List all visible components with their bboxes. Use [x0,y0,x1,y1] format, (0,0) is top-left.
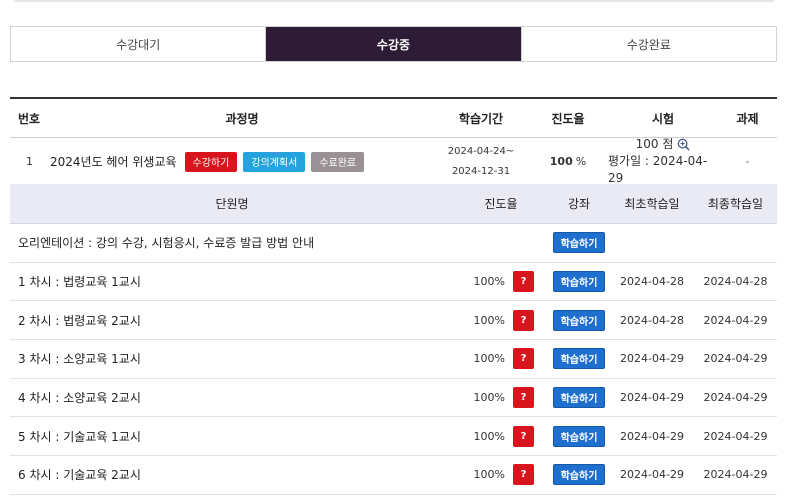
completion-button[interactable]: 수료완료 [311,151,365,172]
unit-name: 1 차시 : 법령교육 1교시 [18,275,141,290]
unit-table-header: 단원명 진도율 강좌 최초학습일 최종학습일 [10,184,777,224]
course-progress: 100% [528,138,608,185]
study-button[interactable]: 학습하기 [552,464,606,486]
first-study-date: 2024-04-29 [620,352,684,366]
unit-row: 3 차시 : 소양교육 1교시 100%? 학습하기 2024-04-29 20… [10,340,777,379]
first-study-date: 2024-04-29 [620,429,684,443]
header-period: 학습기간 [458,111,504,126]
unit-row: 5 차시 : 기술교육 1교시 100%? 학습하기 2024-04-29 20… [10,417,777,457]
exam-cell: 100 점 평가일 : 2024-04-29 [608,137,718,185]
course-title: 2024년도 헤어 위생교육 [50,155,177,169]
last-study-date: 2024-04-29 [703,429,768,443]
unit-progress: 100%? [454,301,548,339]
unit-progress [454,224,548,262]
enrollment-status-tabs: 수강대기 수강중 수강완료 [10,26,777,62]
header-task: 과제 [736,111,759,126]
unit-table: 단원명 진도율 강좌 최초학습일 최종학습일 오리엔테이션 : 강의 수강, 시… [10,184,777,495]
progress-value: 100 [549,155,573,168]
unit-row: 1 차시 : 법령교육 1교시 100%? 학습하기 2024-04-28 20… [10,263,777,302]
first-study-date: 2024-04-28 [620,313,684,327]
header-no: 번호 [18,111,41,126]
enroll-button[interactable]: 수강하기 [184,151,238,172]
unit-name: 오리엔테이션 : 강의 수강, 시험응시, 수료증 발급 방법 안내 [18,236,315,251]
header-first-study-date: 최초학습일 [624,197,680,211]
unit-name: 5 차시 : 기술교육 1교시 [18,429,141,444]
course-table: 번호 과정명 학습기간 진도율 시험 과제 1 2024년도 헤어 위생교육 수… [10,97,777,186]
unit-name: 3 차시 : 소양교육 1교시 [18,352,141,367]
unit-name: 6 차시 : 기술교육 2교시 [18,468,141,483]
quiz-question-icon[interactable]: ? [513,271,534,293]
first-study-date [610,224,694,262]
header-lecture: 강좌 [567,197,591,211]
progress-unit: % [575,155,587,168]
first-study-date: 2024-04-29 [620,468,684,482]
header-course-name: 과정명 [225,111,259,126]
quiz-question-icon[interactable]: ? [513,387,534,409]
unit-progress: 100%? [454,417,548,455]
quiz-question-icon[interactable]: ? [513,425,534,447]
quiz-question-icon[interactable]: ? [513,464,534,486]
header-unit-name: 단원명 [215,197,249,211]
period-end: 2024-12-31 [451,165,511,177]
unit-row: 2 차시 : 법령교육 2교시 100%? 학습하기 2024-04-28 20… [10,301,777,341]
task-value: - [745,155,750,168]
unit-progress: 100%? [454,263,548,301]
unit-progress: 100%? [454,456,548,494]
exam-date: 평가일 : 2024-04-29 [608,154,708,185]
study-button[interactable]: 학습하기 [552,309,606,331]
last-study-date: 2024-04-29 [703,391,768,405]
unit-row: 4 차시 : 소양교육 2교시 100%? 학습하기 2024-04-29 20… [10,379,777,418]
last-study-date [694,224,777,262]
first-study-date: 2024-04-28 [620,275,684,289]
tab-in-progress[interactable]: 수강중 [265,27,521,61]
magnifier-plus-icon[interactable] [677,138,690,151]
tab-completed[interactable]: 수강완료 [520,27,776,61]
study-button[interactable]: 학습하기 [552,271,606,293]
exam-score: 100 점 [635,137,674,151]
unit-progress: 100%? [454,340,548,378]
quiz-question-icon[interactable]: ? [513,348,534,370]
header-last-study-date: 최종학습일 [707,197,764,211]
quiz-question-icon[interactable]: ? [513,309,534,331]
course-row: 1 2024년도 헤어 위생교육 수강하기 강의계획서 수료완료 2024-04… [10,137,777,186]
last-study-date: 2024-04-29 [703,468,768,482]
header-unit-progress: 진도율 [484,197,518,211]
lecture-plan-button[interactable]: 강의계획서 [243,151,306,172]
unit-name: 4 차시 : 소양교육 2교시 [18,391,141,406]
first-study-date: 2024-04-29 [620,391,684,405]
study-button[interactable]: 학습하기 [552,232,606,254]
study-button[interactable]: 학습하기 [552,348,606,370]
header-exam: 시험 [651,111,675,126]
course-no: 1 [26,155,33,168]
unit-name: 2 차시 : 법령교육 2교시 [18,313,141,328]
study-button[interactable]: 학습하기 [552,425,606,447]
header-progress: 진도율 [551,111,585,126]
last-study-date: 2024-04-29 [703,313,768,327]
unit-progress: 100%? [454,379,548,417]
tab-waiting[interactable]: 수강대기 [11,27,266,61]
unit-row-orientation: 오리엔테이션 : 강의 수강, 시험응시, 수료증 발급 방법 안내 학습하기 [10,224,777,263]
top-divider [14,0,774,2]
course-table-header: 번호 과정명 학습기간 진도율 시험 과제 [10,99,777,138]
last-study-date: 2024-04-29 [703,352,768,366]
study-period: 2024-04-24~ 2024-12-31 [434,138,528,185]
study-button[interactable]: 학습하기 [552,387,606,409]
period-start: 2024-04-24~ [447,145,515,157]
last-study-date: 2024-04-28 [703,275,768,289]
course-name-cell: 2024년도 헤어 위생교육 수강하기 강의계획서 수료완료 [50,138,434,185]
unit-row: 6 차시 : 기술교육 2교시 100%? 학습하기 2024-04-29 20… [10,456,777,495]
